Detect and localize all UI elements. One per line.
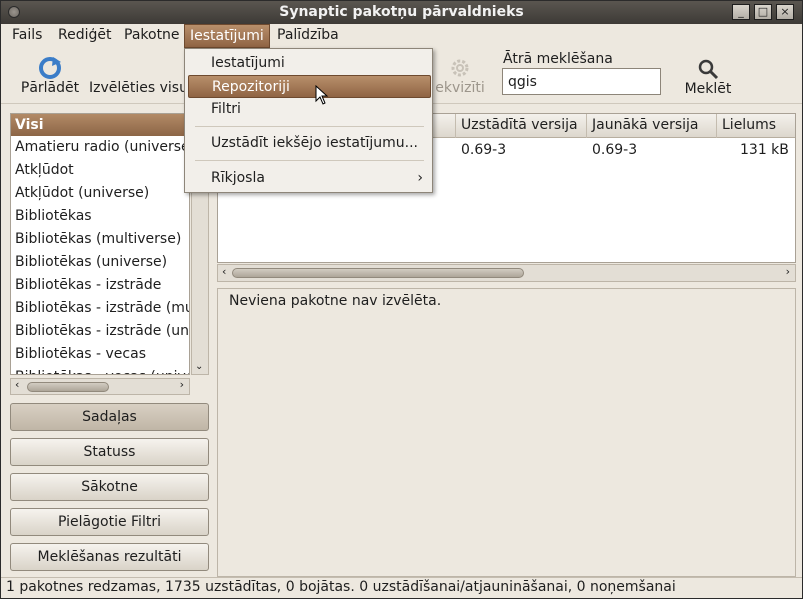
scroll-thumb[interactable] bbox=[232, 268, 524, 278]
search-results-button[interactable]: Meklēšanas rezultāti bbox=[10, 543, 209, 571]
menu-help[interactable]: Palīdzība bbox=[272, 24, 344, 48]
submenu-arrow-icon: › bbox=[417, 170, 423, 186]
menu-item-filters[interactable]: Filtri bbox=[188, 98, 431, 121]
maximize-button[interactable]: □ bbox=[754, 4, 772, 20]
row-installed-version[interactable]: 0.69-3 bbox=[461, 142, 506, 158]
minimize-button[interactable]: _ bbox=[732, 4, 750, 20]
category-item[interactable]: Bibliotēkas - vecas (univers bbox=[11, 366, 189, 374]
category-item[interactable]: Bibliotēkas bbox=[11, 205, 189, 228]
category-item[interactable]: Bibliotēkas (multiverse) bbox=[11, 228, 189, 251]
search-icon bbox=[698, 59, 719, 80]
properties-button[interactable]: ekvizīti bbox=[431, 56, 489, 96]
menu-item-toolbar-label: Rīkjosla bbox=[211, 170, 265, 186]
row-latest-version[interactable]: 0.69-3 bbox=[592, 142, 637, 158]
reload-icon bbox=[39, 57, 61, 79]
scroll-thumb[interactable] bbox=[27, 382, 109, 392]
category-item[interactable]: Bibliotēkas - izstrāde (univ bbox=[11, 320, 189, 343]
package-description: Neviena pakotne nav izvēlēta. bbox=[217, 288, 796, 577]
menu-item-repositories[interactable]: Repozitoriji bbox=[188, 75, 431, 98]
origin-button[interactable]: Sākotne bbox=[10, 473, 209, 501]
column-installed-version[interactable]: Uzstādītā versija bbox=[455, 114, 583, 138]
status-bar: 1 pakotnes redzamas, 1735 uzstādītas, 0 … bbox=[1, 577, 802, 598]
scroll-left-icon[interactable]: ‹ bbox=[15, 378, 19, 391]
mark-all-upgrades-button[interactable]: Izvēlēties visu bbox=[89, 80, 188, 96]
category-header[interactable]: Visi bbox=[11, 114, 189, 136]
custom-filters-button[interactable]: Pielāgotie Filtri bbox=[10, 508, 209, 536]
description-text: Neviena pakotne nav izvēlēta. bbox=[229, 293, 442, 309]
title-bar: Synaptic pakotņu pārvaldnieks _ □ × bbox=[1, 1, 802, 24]
search-button[interactable]: Meklēt bbox=[683, 57, 733, 97]
quick-search-label: Ātrā meklēšana bbox=[503, 51, 613, 67]
menu-settings[interactable]: Iestatījumi bbox=[184, 24, 270, 48]
scroll-right-icon[interactable]: › bbox=[180, 378, 184, 391]
synaptic-window: Synaptic pakotņu pārvaldnieks _ □ × Fail… bbox=[0, 0, 803, 599]
window-title: Synaptic pakotņu pārvaldnieks bbox=[279, 4, 524, 20]
reload-label: Pārlādēt bbox=[20, 80, 80, 96]
mark-all-label: Izvēlēties visu bbox=[89, 80, 188, 96]
category-item[interactable]: Bibliotēkas (universe) bbox=[11, 251, 189, 274]
reload-button[interactable]: Pārlādēt bbox=[19, 56, 81, 96]
menu-item-set-internal-option[interactable]: Uzstādīt iekšējo iestatījumu... bbox=[188, 132, 431, 155]
menu-item-toolbar[interactable]: Rīkjosla › bbox=[188, 167, 431, 190]
menu-package[interactable]: Pakotne bbox=[119, 24, 185, 48]
category-item[interactable]: Bibliotēkas - izstrāde bbox=[11, 274, 189, 297]
sections-button[interactable]: Sadaļas bbox=[10, 403, 209, 431]
menu-bar: Fails Rediģēt Pakotne Iestatījumi Palīdz… bbox=[1, 24, 802, 48]
package-horizontal-scrollbar[interactable]: ‹ › bbox=[217, 264, 796, 282]
menu-file[interactable]: Fails bbox=[7, 24, 47, 48]
quick-search-input[interactable] bbox=[502, 68, 661, 95]
mouse-cursor-icon bbox=[315, 85, 329, 105]
category-list: Visi Amatieru radio (universe) Atkļūdot … bbox=[10, 113, 190, 375]
category-item[interactable]: Amatieru radio (universe) bbox=[11, 136, 189, 159]
menu-item-preferences[interactable]: Iestatījumi bbox=[188, 52, 431, 75]
column-size[interactable]: Lielums bbox=[716, 114, 781, 138]
scroll-down-icon[interactable]: ⌄ bbox=[195, 361, 203, 372]
row-size[interactable]: 131 kB bbox=[740, 142, 789, 158]
scroll-right-icon[interactable]: › bbox=[786, 265, 790, 278]
close-button[interactable]: × bbox=[776, 4, 794, 20]
menu-separator bbox=[195, 126, 424, 127]
status-button[interactable]: Statuss bbox=[10, 438, 209, 466]
properties-label: ekvizīti bbox=[435, 80, 485, 96]
category-item[interactable]: Bibliotēkas - vecas bbox=[11, 343, 189, 366]
scroll-left-icon[interactable]: ‹ bbox=[222, 265, 226, 278]
gear-icon bbox=[451, 59, 469, 77]
category-item[interactable]: Bibliotēkas - izstrāde (mult bbox=[11, 297, 189, 320]
menu-edit[interactable]: Rediģēt bbox=[53, 24, 116, 48]
category-horizontal-scrollbar[interactable]: ‹ › bbox=[10, 378, 190, 395]
search-label: Meklēt bbox=[684, 81, 732, 97]
category-item[interactable]: Atkļūdot (universe) bbox=[11, 182, 189, 205]
menu-separator bbox=[195, 160, 424, 161]
column-latest-version[interactable]: Jaunākā versija bbox=[586, 114, 703, 138]
settings-dropdown: Iestatījumi Repozitoriji Filtri Uzstādīt… bbox=[184, 48, 433, 193]
category-item[interactable]: Atkļūdot bbox=[11, 159, 189, 182]
